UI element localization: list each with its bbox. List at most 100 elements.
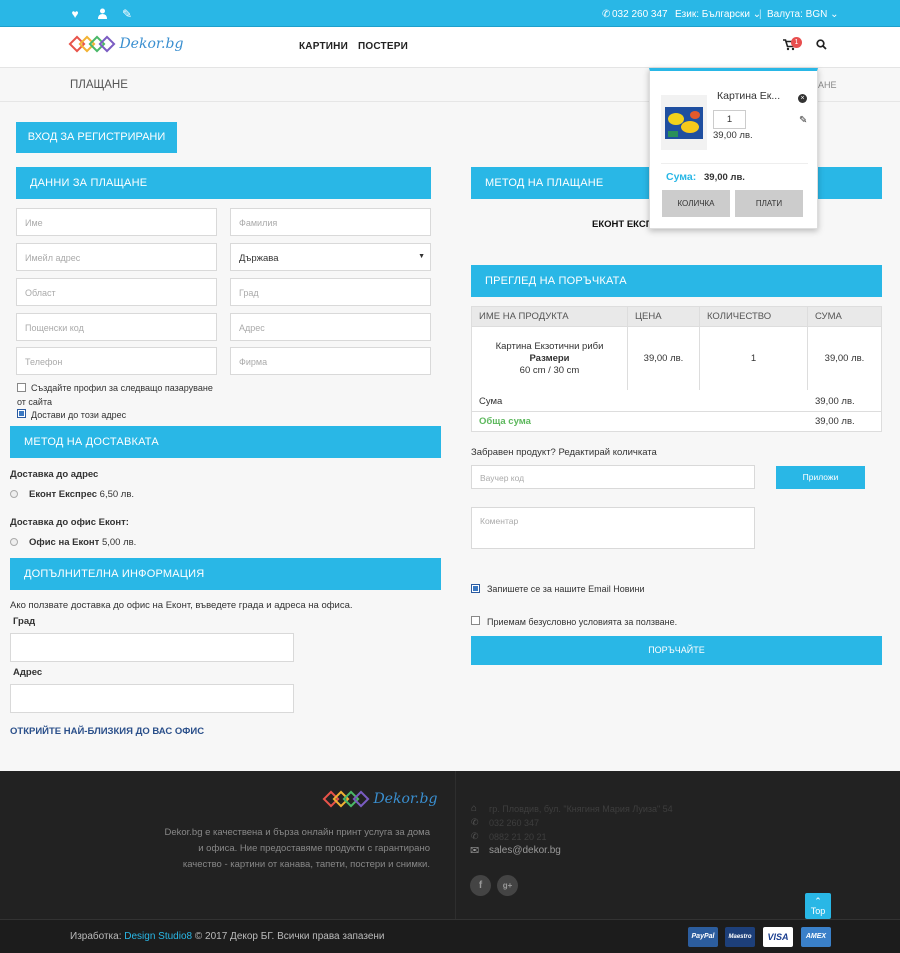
logo-text: Dekor.bg (373, 791, 438, 807)
site-logo[interactable]: Dekor.bg (68, 35, 183, 53)
visa-icon: VISA (763, 927, 793, 947)
phone-field[interactable]: Телефон (16, 347, 217, 375)
payment-method-text: ЕКОНТ ЕКСП (592, 219, 653, 230)
qty-cell: 1 (699, 326, 808, 391)
view-cart-button[interactable]: КОЛИЧКА (662, 190, 730, 217)
top-phone: 032 260 347 (612, 9, 668, 20)
email-field[interactable]: Имейл адрес (16, 243, 217, 271)
econt-office-option[interactable]: Офис на Еконт 5,00 лв. (29, 537, 136, 548)
last-name-field[interactable]: Фамилия (230, 208, 431, 236)
cart-sum-label: Сума: (666, 171, 697, 183)
table-header-row: ИМЕ НА ПРОДУКТА ЦЕНА КОЛИЧЕСТВО СУМА (471, 306, 882, 327)
country-select[interactable]: Държава ▼ (230, 243, 431, 271)
mobile-icon: ✆ (471, 831, 479, 841)
office-city-input[interactable] (10, 633, 294, 662)
search-icon[interactable] (816, 39, 827, 53)
postcode-field[interactable]: Пощенски код (16, 313, 217, 341)
table-row: Картина Екзотични риби Размери 60 cm / 3… (471, 326, 882, 391)
phone-icon: ✆ (471, 817, 479, 827)
region-field[interactable]: Област (16, 278, 217, 306)
facebook-icon[interactable]: f (470, 875, 491, 896)
address-field[interactable]: Адрес (230, 313, 431, 341)
main-navbar: Dekor.bg КАРТИНИ ПОСТЕРИ 1 (0, 27, 900, 68)
cart-count-badge: 1 (791, 37, 802, 48)
footer-email[interactable]: sales@dekor.bg (489, 845, 561, 856)
footer-phone-1: 032 260 347 (489, 818, 540, 828)
amex-icon: AMEX (801, 927, 831, 947)
about-line: качество - картини от канава, тапети, по… (182, 859, 430, 870)
comment-textarea[interactable]: Коментар (471, 507, 755, 549)
forgotten-product-link[interactable]: Забравен продукт? Редактирай количката (471, 447, 657, 458)
cart-item-price: 39,00 лв. (713, 130, 753, 141)
user-icon[interactable] (96, 8, 108, 20)
product-thumbnail[interactable] (661, 95, 707, 150)
ship-to-address-checkbox[interactable] (17, 409, 26, 418)
column-header: ЦЕНА (627, 306, 700, 327)
column-header: СУМА (807, 306, 882, 327)
google-plus-icon[interactable]: g+ (497, 875, 518, 896)
shipping-group-office: Доставка до офис Еконт: (10, 517, 129, 528)
currency-selector[interactable]: Валута: BGN ⌄ (767, 9, 839, 20)
first-name-field[interactable]: Име (16, 208, 217, 236)
product-name[interactable]: Картина Екзотични риби (496, 341, 604, 352)
cart-sum-value: 39,00 лв. (704, 172, 745, 183)
home-icon: ⌂ (471, 803, 478, 814)
checkout-button[interactable]: ПЛАТИ (735, 190, 803, 217)
footer-phone-2: 0882 21 20 21 (489, 832, 547, 842)
divider (661, 163, 808, 164)
extra-info-note: Ако ползвате доставка до офис на Еконт, … (10, 600, 353, 611)
order-review-heading: ПРЕГЛЕД НА ПОРЪЧКАТА (471, 265, 882, 297)
chevron-up-icon: ⌃ (814, 896, 822, 906)
shipping-heading: МЕТОД НА ДОСТАВКАТА (10, 426, 441, 458)
office-address-input[interactable] (10, 684, 294, 713)
chevron-down-icon: ⌄ (830, 9, 839, 20)
place-order-button[interactable]: ПОРЪЧАЙТЕ (471, 636, 882, 665)
top-bar: ♥ ✎ ✆ 032 260 347 Език: Български ⌄ | Ва… (0, 0, 900, 27)
create-account-label: Създайте профил за следващо пазаруване (31, 383, 213, 393)
maestro-icon: Maestro (725, 927, 755, 947)
newsletter-checkbox[interactable] (471, 584, 480, 593)
city-field[interactable]: Град (230, 278, 431, 306)
breadcrumb[interactable]: АНЕ (818, 80, 837, 90)
nav-item-posters[interactable]: ПОСТЕРИ (358, 41, 408, 52)
option-name: Еконт Експрес (29, 489, 98, 500)
cart-dropdown: Картина Ек... × 1 ✎ 39,00 лв. Сума: 39,0… (649, 68, 818, 229)
econt-express-radio[interactable] (10, 490, 18, 498)
language-selector[interactable]: Език: Български ⌄ (675, 9, 761, 20)
credit-link[interactable]: Design Studio8 (124, 931, 192, 942)
paypal-icon: PayPal (688, 927, 718, 947)
line-total-cell: 39,00 лв. (807, 326, 882, 391)
remove-item-icon[interactable]: × (798, 94, 807, 103)
company-field[interactable]: Фирма (230, 347, 431, 375)
size-label: Размери (529, 352, 570, 364)
cart-item-name[interactable]: Картина Ек... (717, 90, 780, 102)
heart-icon[interactable]: ♥ (69, 8, 81, 20)
econt-office-radio[interactable] (10, 538, 18, 546)
nav-item-paintings[interactable]: КАРТИНИ (299, 41, 348, 52)
caret-down-icon: ▼ (418, 253, 425, 260)
edit-item-icon[interactable]: ✎ (799, 115, 807, 126)
econt-express-option[interactable]: Еконт Експрес 6,50 лв. (29, 489, 134, 500)
footer-address: гр. Пловдив, бул. "Княгиня Мария Луиза" … (489, 804, 673, 814)
subtotal-label: Сума (479, 396, 503, 407)
terms-checkbox[interactable] (471, 616, 480, 625)
terms-label: Приемам безусловно условията за ползване… (487, 617, 678, 627)
footer-about: Dekor.bg е качествена и бърза онлайн при… (150, 825, 430, 873)
pencil-icon[interactable]: ✎ (121, 8, 133, 20)
column-header: ИМЕ НА ПРОДУКТА (471, 306, 628, 327)
login-registered-button[interactable]: ВХОД ЗА РЕГИСТРИРАНИ (16, 122, 177, 153)
footer-credit: Изработка: Design Studio8 © 2017 Декор Б… (70, 931, 385, 942)
footer-logo[interactable]: Dekor.bg (322, 790, 438, 808)
find-office-link[interactable]: ОТКРИЙТЕ НАЙ-БЛИЗКИЯ ДО ВАС ОФИС (10, 726, 204, 737)
cart-qty-input[interactable]: 1 (713, 110, 746, 129)
voucher-input[interactable]: Ваучер код (471, 465, 755, 489)
column-header: КОЛИЧЕСТВО (699, 306, 808, 327)
about-line: Dekor.bg е качествена и бърза онлайн при… (164, 827, 430, 838)
create-account-checkbox[interactable] (17, 383, 26, 392)
divider (472, 411, 881, 412)
envelope-icon: ✉ (470, 845, 480, 857)
back-to-top-button[interactable]: ⌃ Top (805, 893, 831, 919)
apply-voucher-button[interactable]: Приложи (776, 466, 865, 489)
ship-to-address-label: Достави до този адрес (31, 410, 127, 420)
size-value: 60 cm / 30 cm (519, 364, 580, 376)
